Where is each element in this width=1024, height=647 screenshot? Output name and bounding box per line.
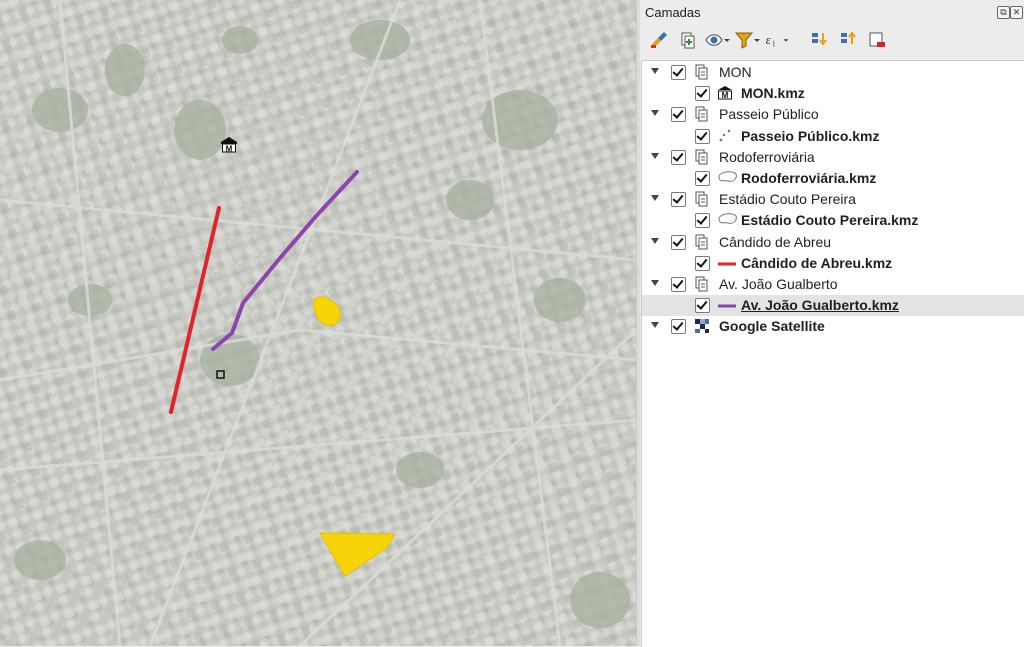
layer-label: Rodoferroviária.kmz [741, 170, 877, 186]
collapse-all-icon[interactable] [835, 28, 861, 52]
points-icon [717, 128, 733, 144]
visibility-checkbox[interactable] [671, 192, 686, 208]
expand-caret-icon[interactable] [651, 280, 659, 286]
expand-caret-icon[interactable] [651, 195, 659, 202]
line-symbol-icon [717, 255, 737, 271]
svg-text:M: M [226, 145, 233, 154]
layer-label: Av. João Gualberto [719, 276, 838, 292]
visibility-checkbox[interactable] [695, 213, 710, 229]
layers-toolbar: ε ⌊ [646, 28, 1016, 54]
group-row[interactable]: Av. João Gualberto [642, 274, 1024, 295]
svg-text:ε: ε [766, 32, 772, 47]
layer-label: MON.kmz [741, 85, 805, 102]
add-group-icon[interactable] [675, 28, 701, 52]
style-brush-icon[interactable] [646, 28, 672, 52]
layer-group-icon [694, 149, 710, 165]
layer-group-icon [694, 106, 710, 122]
layer-row[interactable]: Cândido de Abreu.kmz [642, 253, 1024, 274]
layer-row[interactable]: Av. João Gualberto.kmz [642, 295, 1024, 317]
layer-tree[interactable]: MON M MON.kmz Passeio Público Passeio Públic… [641, 60, 1024, 647]
layer-label: Av. João Gualberto.kmz [741, 297, 899, 314]
layer-label: Passeio Público [719, 106, 819, 123]
visibility-checkbox[interactable] [695, 171, 710, 186]
raster-icon [694, 318, 710, 334]
visibility-checkbox[interactable] [671, 319, 686, 335]
layer-group-icon [694, 276, 710, 292]
layers-panel: Camadas ⧉ ✕ ε ⌊ MON M MON.kmz Passeio Públic… [640, 0, 1024, 647]
layer-row[interactable]: Estádio Couto Pereira.kmz [642, 210, 1024, 231]
float-panel-icon[interactable]: ⧉ [997, 6, 1010, 19]
visibility-checkbox[interactable] [671, 65, 686, 80]
visibility-checkbox[interactable] [671, 234, 686, 250]
layer-row[interactable]: Rodoferroviária.kmz [642, 168, 1024, 189]
map-canvas[interactable]: M [0, 0, 636, 646]
layer-label: Estádio Couto Pereira [719, 191, 856, 208]
visibility-checkbox[interactable] [671, 107, 686, 123]
group-row[interactable]: Rodoferroviária [642, 147, 1024, 168]
visibility-checkbox[interactable] [695, 128, 710, 144]
layer-label: Google Satellite [719, 318, 825, 335]
close-panel-icon[interactable]: ✕ [1010, 6, 1023, 19]
panel-title: Camadas [645, 5, 701, 20]
museum-icon: M [717, 85, 733, 101]
layer-row[interactable]: M MON.kmz [642, 83, 1024, 104]
map-view[interactable]: M [0, 0, 636, 646]
visibility-checkbox[interactable] [695, 255, 710, 271]
group-row[interactable]: Google Satellite [642, 316, 1024, 337]
visibility-eye-icon[interactable] [704, 28, 730, 52]
visibility-checkbox[interactable] [671, 277, 686, 292]
layer-label: Passeio Público.kmz [741, 127, 880, 144]
layer-row[interactable]: Passeio Público.kmz [642, 126, 1024, 147]
layer-label: Rodoferroviária [719, 148, 815, 165]
polygon-icon [717, 170, 739, 186]
layer-label: MON [719, 64, 752, 80]
svg-text:M: M [722, 91, 729, 100]
expand-caret-icon[interactable] [651, 110, 659, 117]
layer-group-icon [694, 64, 710, 80]
group-row[interactable]: Passeio Público [642, 104, 1024, 125]
svg-text:⌊: ⌊ [773, 40, 776, 48]
layer-label: Cândido de Abreu [719, 233, 832, 250]
expand-caret-icon[interactable] [651, 152, 659, 159]
layer-label: Cândido de Abreu.kmz [741, 254, 893, 271]
group-row[interactable]: Cândido de Abreu [642, 232, 1024, 253]
group-row[interactable]: Estádio Couto Pereira [642, 189, 1024, 210]
visibility-checkbox[interactable] [671, 149, 686, 165]
visibility-checkbox[interactable] [695, 298, 710, 314]
layer-label: Estádio Couto Pereira.kmz [741, 212, 919, 229]
polygon-icon [717, 212, 739, 228]
visibility-checkbox[interactable] [695, 86, 710, 102]
expand-caret-icon[interactable] [651, 68, 659, 74]
expand-caret-icon[interactable] [651, 322, 659, 329]
layer-group-icon [694, 234, 710, 250]
expand-caret-icon[interactable] [651, 237, 659, 244]
line-symbol-icon [717, 297, 737, 313]
remove-layer-icon[interactable] [864, 28, 890, 52]
group-row[interactable]: MON [642, 62, 1024, 83]
layer-group-icon [694, 191, 710, 207]
expand-all-icon[interactable] [806, 28, 832, 52]
filter-icon[interactable] [734, 28, 760, 52]
expression-filter-icon[interactable]: ε ⌊ [764, 28, 790, 52]
